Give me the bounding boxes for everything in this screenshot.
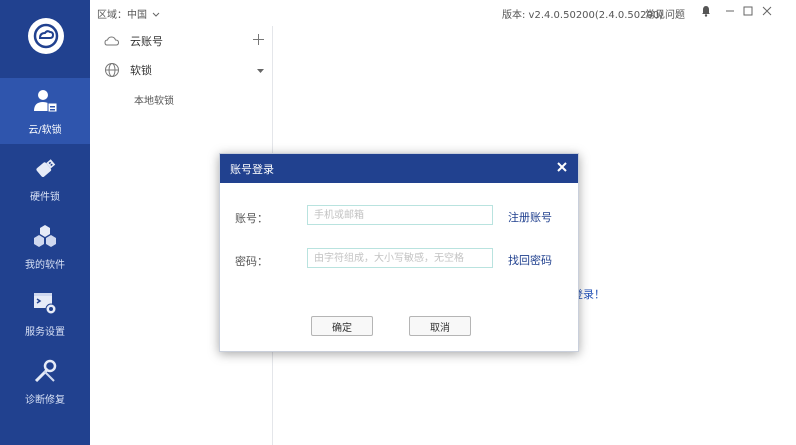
wrench-screwdriver-icon xyxy=(31,357,59,385)
close-icon[interactable] xyxy=(760,4,774,18)
nav-label: 云/软锁 xyxy=(28,124,62,136)
minimize-icon[interactable] xyxy=(723,4,737,18)
sidebar-item-label: 云账号 xyxy=(130,35,163,48)
caret-down-icon[interactable] xyxy=(257,62,264,78)
bell-icon[interactable] xyxy=(699,4,713,18)
maximize-icon[interactable] xyxy=(741,4,755,18)
cloud-icon xyxy=(104,33,120,49)
cancel-button[interactable]: 取消 xyxy=(409,316,471,336)
left-navigation: 云/软锁 硬件锁 我的软件 服务设置 诊断修复 xyxy=(0,0,90,445)
password-input[interactable] xyxy=(307,248,493,268)
nav-item-cloud-soft-lock[interactable]: 云/软锁 xyxy=(0,78,90,144)
usb-key-icon xyxy=(31,154,59,182)
nav-item-hardware-lock[interactable]: 硬件锁 xyxy=(0,145,90,211)
register-account-link[interactable]: 注册账号 xyxy=(508,209,552,225)
account-label: 账号： xyxy=(235,212,268,225)
cubes-icon xyxy=(31,222,59,250)
nav-item-service-settings[interactable]: 服务设置 xyxy=(0,280,90,346)
sidebar-subitem-local-soft-lock[interactable]: 本地软锁 xyxy=(134,92,174,107)
globe-icon xyxy=(104,62,120,78)
recover-password-link[interactable]: 找回密码 xyxy=(508,252,552,268)
nav-label: 诊断修复 xyxy=(25,394,65,406)
account-input[interactable] xyxy=(307,205,493,225)
dialog-title: 账号登录 xyxy=(230,163,274,176)
region-selector[interactable]: 区域：中国 xyxy=(97,6,160,21)
sidebar-item-cloud-account[interactable]: 云账号 xyxy=(104,30,264,52)
nav-label: 硬件锁 xyxy=(30,191,60,203)
confirm-button[interactable]: 确定 xyxy=(311,316,373,336)
nav-label: 服务设置 xyxy=(25,326,65,338)
dialog-close-icon[interactable] xyxy=(557,159,571,175)
sidebar-item-soft-lock[interactable]: 软锁 xyxy=(104,59,264,81)
app-logo-icon xyxy=(28,18,64,54)
terminal-gear-icon xyxy=(31,289,59,317)
faq-link[interactable]: 常见问题 xyxy=(645,6,685,21)
nav-item-diagnose-repair[interactable]: 诊断修复 xyxy=(0,348,90,414)
nav-label: 我的软件 xyxy=(25,259,65,271)
user-lock-icon xyxy=(31,87,59,115)
login-dialog: 账号登录 账号： 注册账号 密码： 找回密码 确定 取消 xyxy=(219,153,579,352)
region-label: 区域：中国 xyxy=(97,10,147,21)
version-text: 版本: v2.4.0.50200(2.4.0.50200) xyxy=(502,10,664,21)
password-label: 密码： xyxy=(235,255,268,268)
chevron-down-icon xyxy=(152,10,160,21)
top-bar: 区域：中国 版本: v2.4.0.50200(2.4.0.50200) 常见问题 xyxy=(90,0,796,26)
nav-item-my-software[interactable]: 我的软件 xyxy=(0,213,90,279)
sidebar-item-label: 软锁 xyxy=(130,64,152,77)
plus-icon[interactable] xyxy=(253,33,264,49)
dialog-header: 账号登录 xyxy=(220,154,578,183)
